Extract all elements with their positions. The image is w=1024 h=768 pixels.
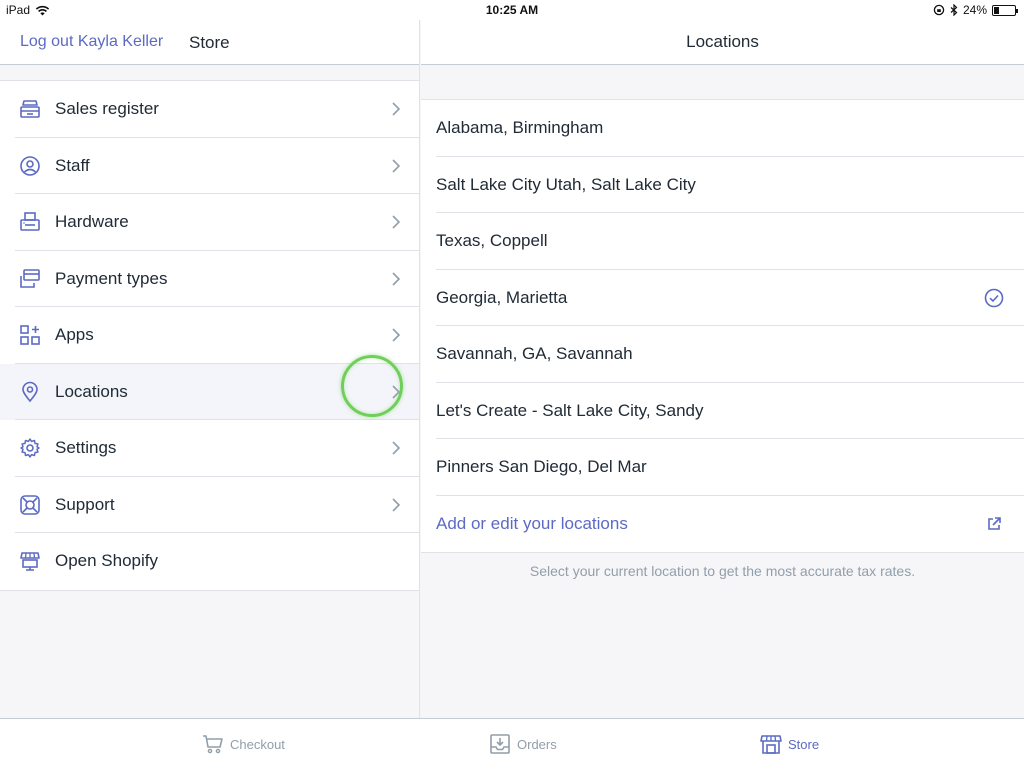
menu-item-label: Support — [55, 494, 115, 514]
edit-locations-link[interactable]: Add or edit your locations — [421, 496, 1024, 553]
location-item[interactable]: Salt Lake City Utah, Salt Lake City — [421, 157, 1024, 213]
tab-label: Checkout — [230, 736, 285, 752]
location-label: Georgia, Marietta — [436, 287, 568, 307]
tab-label: Orders — [517, 736, 557, 752]
battery-percent: 24% — [962, 3, 987, 17]
external-link-icon — [988, 516, 1001, 530]
chevron-right-icon — [392, 159, 401, 173]
status-bar: iPad 10:25 AM 24% — [0, 0, 1024, 20]
location-label: Let's Create - Salt Lake City, Sandy — [436, 400, 704, 420]
tab-bar: Checkout Orders Store — [0, 718, 1024, 768]
menu-item-label: Open Shopify — [55, 551, 159, 571]
location-item[interactable]: Pinners San Diego, Del Mar — [421, 439, 1024, 496]
inbox-icon — [490, 734, 510, 754]
menu-item-open-shopify[interactable]: Open Shopify — [0, 533, 419, 590]
menu-item-label: Staff — [55, 155, 90, 175]
location-label: Salt Lake City Utah, Salt Lake City — [436, 174, 696, 194]
chevron-right-icon — [392, 215, 401, 229]
location-pin-icon — [22, 381, 38, 402]
tab-store[interactable]: Store — [760, 719, 819, 768]
menu-item-label: Hardware — [55, 212, 129, 232]
locations-nav-header: Locations — [421, 20, 1024, 65]
menu-item-staff[interactable]: Staff — [0, 138, 419, 194]
status-right: 24% — [933, 3, 1018, 17]
menu-item-label: Locations — [55, 381, 128, 401]
chevron-right-icon — [392, 102, 401, 116]
apps-icon — [20, 325, 40, 346]
logout-button[interactable]: Log out Kayla Keller — [20, 33, 163, 51]
locations-pane: Locations Alabama, Birmingham Salt Lake … — [421, 20, 1024, 718]
touch-indicator — [341, 355, 403, 417]
storefront-icon — [20, 552, 40, 572]
store-menu-list: Sales register Staff Hardware Payment ty… — [0, 80, 419, 591]
menu-item-label: Settings — [55, 438, 117, 458]
printer-icon — [20, 212, 40, 232]
menu-item-sales-register[interactable]: Sales register — [0, 81, 419, 138]
location-item-selected[interactable]: Georgia, Marietta — [421, 270, 1024, 326]
bluetooth-icon — [950, 4, 958, 16]
tab-checkout[interactable]: Checkout — [202, 719, 285, 768]
chevron-right-icon — [392, 328, 401, 342]
chevron-right-icon — [392, 272, 401, 286]
battery-fill — [994, 6, 999, 14]
battery-icon — [992, 4, 1018, 16]
menu-item-label: Apps — [55, 325, 94, 345]
lifebuoy-icon — [20, 494, 40, 515]
cards-icon — [20, 268, 40, 288]
cart-icon — [203, 735, 223, 754]
page-title: Store — [189, 33, 230, 52]
tab-label: Store — [788, 736, 820, 752]
location-item[interactable]: Savannah, GA, Savannah — [421, 326, 1024, 383]
locations-title: Locations — [686, 32, 759, 51]
locations-list: Alabama, Birmingham Salt Lake City Utah,… — [421, 99, 1024, 553]
user-icon — [20, 155, 40, 176]
chevron-right-icon — [392, 498, 401, 512]
menu-item-hardware[interactable]: Hardware — [0, 194, 419, 251]
store-nav-header: Log out Kayla Keller Store — [0, 20, 419, 65]
location-item[interactable]: Let's Create - Salt Lake City, Sandy — [421, 383, 1024, 439]
edit-locations-label: Add or edit your locations — [436, 513, 628, 533]
menu-item-label: Sales register — [55, 99, 159, 119]
location-label: Pinners San Diego, Del Mar — [436, 457, 647, 477]
location-item[interactable]: Texas, Coppell — [421, 213, 1024, 270]
checkmark-circle-icon — [984, 288, 1004, 308]
chevron-right-icon — [392, 441, 401, 455]
location-item[interactable]: Alabama, Birmingham — [421, 100, 1024, 157]
menu-item-apps[interactable]: Apps — [0, 307, 419, 364]
menu-item-label: Payment types — [55, 268, 168, 288]
menu-item-support[interactable]: Support — [0, 477, 419, 533]
tab-orders[interactable]: Orders — [489, 719, 557, 768]
menu-item-payment-types[interactable]: Payment types — [0, 251, 419, 307]
gear-icon — [20, 438, 40, 458]
register-icon — [20, 100, 40, 119]
orientation-lock-icon — [933, 4, 945, 16]
location-label: Alabama, Birmingham — [436, 118, 604, 138]
location-label: Texas, Coppell — [436, 231, 548, 251]
locations-footnote: Select your current location to get the … — [529, 563, 916, 579]
menu-item-settings[interactable]: Settings — [0, 420, 419, 477]
location-label: Savannah, GA, Savannah — [436, 344, 633, 364]
store-icon — [760, 735, 782, 754]
status-time: 10:25 AM — [485, 3, 539, 17]
